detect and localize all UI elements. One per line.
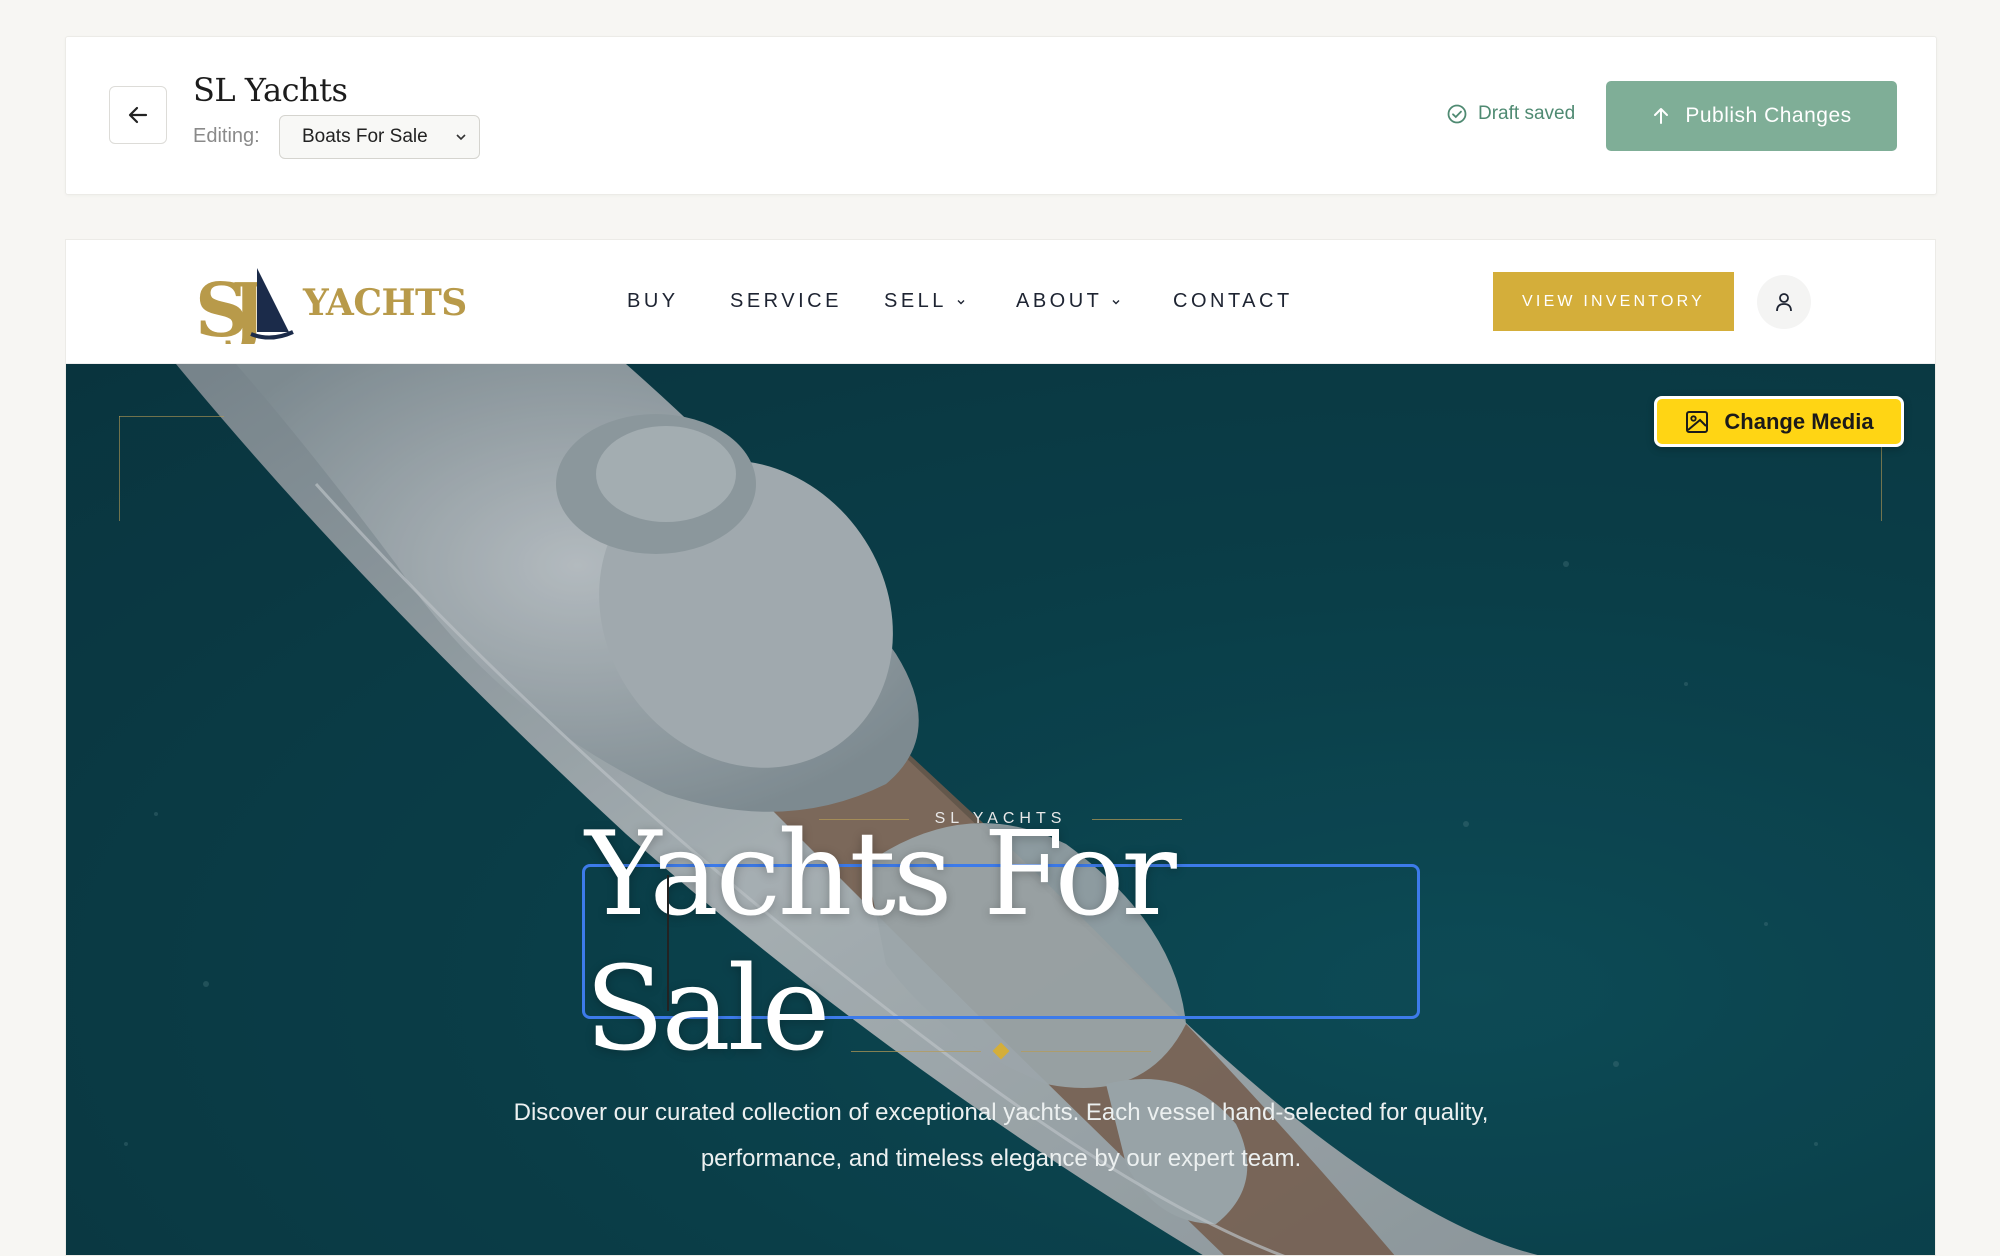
frame-corner-top-left bbox=[119, 416, 224, 417]
user-icon bbox=[1776, 293, 1792, 312]
view-inventory-button[interactable]: VIEW INVENTORY bbox=[1493, 272, 1734, 331]
nav-contact-label: CONTACT bbox=[1173, 290, 1293, 312]
chevron-down-icon bbox=[456, 134, 466, 141]
arrow-left-icon bbox=[128, 106, 148, 124]
nav-contact[interactable]: CONTACT bbox=[1173, 290, 1293, 313]
editor-toolbar: SL Yachts Editing: Boats For Sale Draft … bbox=[65, 36, 1937, 195]
back-button[interactable] bbox=[109, 86, 167, 144]
nav-buy[interactable]: BUY bbox=[627, 290, 679, 313]
draft-status: Draft saved bbox=[1446, 103, 1575, 125]
hero-headline[interactable]: Yachts For Sale bbox=[585, 807, 1417, 1077]
nav-buy-label: BUY bbox=[627, 290, 679, 312]
nav-sell[interactable]: SELL bbox=[884, 290, 967, 313]
editing-label: Editing: bbox=[193, 125, 260, 147]
nav-about-label: ABOUT bbox=[1016, 290, 1103, 312]
nav-sell-label: SELL bbox=[884, 290, 947, 312]
sailboat-logo-icon: S J bbox=[195, 268, 294, 344]
hero-description[interactable]: Discover our curated collection of excep… bbox=[506, 1090, 1496, 1182]
change-media-label: Change Media bbox=[1724, 408, 1874, 434]
page-select[interactable]: Boats For Sale bbox=[279, 115, 480, 159]
change-media-button[interactable]: Change Media bbox=[1654, 396, 1904, 447]
page-select-value: Boats For Sale bbox=[302, 126, 428, 147]
chevron-down-icon bbox=[957, 299, 965, 304]
image-icon bbox=[1686, 410, 1709, 433]
nav-service-label: SERVICE bbox=[730, 290, 842, 312]
logo-text: YACHTS bbox=[303, 282, 467, 324]
site-logo[interactable]: S J YACHTS bbox=[195, 262, 467, 344]
ornament-divider bbox=[851, 1042, 1151, 1060]
divider-line-left bbox=[851, 1051, 981, 1052]
publish-button[interactable]: Publish Changes bbox=[1606, 81, 1897, 151]
site-header: S J YACHTS BUY SERVICE SELL ABOUT CONTAC… bbox=[66, 240, 1935, 364]
publish-button-label: Publish Changes bbox=[1685, 104, 1852, 127]
hero-section: Change Media SL YACHTS Yachts For Sale D… bbox=[66, 364, 1935, 1255]
draft-status-text: Draft saved bbox=[1478, 103, 1576, 124]
text-cursor bbox=[667, 875, 669, 1011]
divider-line-right bbox=[1021, 1051, 1151, 1052]
site-title: SL Yachts bbox=[193, 71, 348, 109]
headline-editable-field[interactable]: Yachts For Sale bbox=[582, 807, 1420, 1077]
chevron-down-icon bbox=[1112, 299, 1120, 304]
frame-corner-left-line bbox=[119, 416, 120, 521]
diamond-icon bbox=[992, 1042, 1010, 1060]
site-preview: S J YACHTS BUY SERVICE SELL ABOUT CONTAC… bbox=[65, 239, 1936, 1256]
account-button[interactable] bbox=[1757, 275, 1811, 329]
arrow-up-icon bbox=[1654, 108, 1669, 124]
check-circle-icon bbox=[1447, 104, 1467, 124]
view-inventory-label: VIEW INVENTORY bbox=[1522, 292, 1705, 310]
nav-about[interactable]: ABOUT bbox=[1016, 290, 1122, 313]
nav-service[interactable]: SERVICE bbox=[730, 290, 842, 313]
